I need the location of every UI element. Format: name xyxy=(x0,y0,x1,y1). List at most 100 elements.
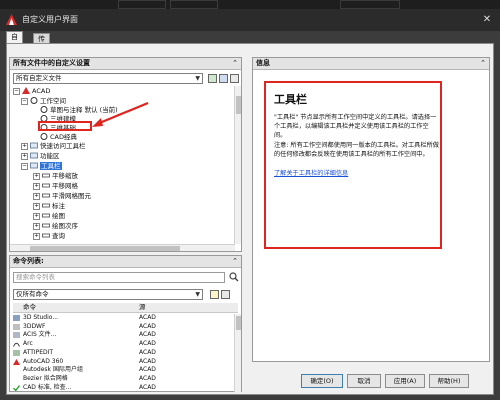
tree-item-toolbar[interactable]: + 平滑网格图元 xyxy=(33,191,91,201)
info-note: 注意: 所有工作空间都使用同一版本的工具栏。对工具栏所做的任何修改都会反映在使用… xyxy=(274,142,439,158)
taskbar-strip xyxy=(0,0,500,9)
expand-tree-icon[interactable]: + xyxy=(33,173,40,180)
workspace-icon xyxy=(40,106,48,113)
collapse-tree-icon[interactable]: − xyxy=(21,98,28,105)
command-source: ACAD xyxy=(139,374,156,382)
command-name: AutoCAD 360 xyxy=(23,357,64,365)
list-item[interactable]: ACIS 文件... ACAD xyxy=(13,331,238,340)
find-icon[interactable] xyxy=(221,290,230,299)
tree-item-label: 绘图次序 xyxy=(52,222,78,230)
tree-item-toolbars[interactable]: − 工具栏 xyxy=(21,161,62,171)
list-item[interactable]: CAD 标准, 检查... ACAD xyxy=(13,384,238,392)
background-window-tab xyxy=(170,0,218,9)
expand-tree-icon[interactable]: + xyxy=(33,193,40,200)
collapse-tree-icon[interactable]: − xyxy=(21,163,28,170)
collapse-tree-icon[interactable]: − xyxy=(13,88,20,95)
list-item[interactable]: Autodesk 国际用户组 ACAD xyxy=(13,366,238,375)
expand-tree-icon[interactable]: + xyxy=(33,213,40,220)
command-name: Arc xyxy=(23,340,33,348)
toolbar-icon xyxy=(42,203,50,208)
command-search-input[interactable]: 搜索命令列表 xyxy=(13,272,225,283)
command-source: ACAD xyxy=(139,322,156,330)
tree-item-toolbar[interactable]: + 绘图 xyxy=(33,211,65,221)
autocad-360-icon xyxy=(13,358,20,365)
expand-tree-icon[interactable]: + xyxy=(21,153,28,160)
list-item[interactable]: Arc ACAD xyxy=(13,340,238,349)
display-filter-icon[interactable] xyxy=(230,74,239,83)
tree-item-label: 工具栏 xyxy=(40,162,62,170)
expand-tree-icon[interactable]: + xyxy=(33,223,40,230)
collapse-icon[interactable]: ⌃ xyxy=(232,256,238,267)
tree-horizontal-scrollbar[interactable] xyxy=(10,244,235,251)
command-filter-select[interactable]: 仅所有命令 ▼ xyxy=(13,289,203,300)
column-header-command[interactable]: 命令 xyxy=(23,303,36,312)
scrollbar-thumb[interactable] xyxy=(30,246,180,251)
chevron-down-icon: ▼ xyxy=(195,75,200,82)
3d-studio-icon xyxy=(13,315,20,321)
tree-item-toolbar[interactable]: + 平移网格 xyxy=(33,181,78,191)
tree-item-toolbar[interactable]: + 查询 xyxy=(33,231,65,241)
learn-more-link[interactable]: 了解关于工具栏的详细信息 xyxy=(274,168,348,177)
list-item[interactable]: Bezier 拟合网格 ACAD xyxy=(13,375,238,384)
dialog-body: 所有文件中的自定义设置 ⌃ 所有自定义文件 ▼ − ACAD − 工作空间 草图与注… xyxy=(6,43,494,395)
toolbar-icon xyxy=(42,223,50,228)
save-icon[interactable] xyxy=(219,74,228,83)
cancel-button[interactable]: 取消 xyxy=(347,374,381,388)
background-window-tab xyxy=(340,0,400,9)
information-title: 信息 xyxy=(256,59,270,67)
command-list-column-headers: 命令 源 xyxy=(13,303,238,313)
command-name: Bezier 拟合网格 xyxy=(23,374,68,382)
toolbar-folder-icon xyxy=(30,162,38,169)
expand-tree-icon[interactable]: + xyxy=(33,233,40,240)
help-button[interactable]: 帮助(H) xyxy=(429,374,469,388)
toolbar-folder-icon xyxy=(30,142,38,149)
command-name: CAD 标准, 检查... xyxy=(23,383,72,391)
info-heading: 工具栏 xyxy=(274,93,307,106)
tree-item-toolbar[interactable]: + 绘图次序 xyxy=(33,221,78,231)
chevron-down-icon: ▼ xyxy=(195,291,200,298)
customizations-pane: 所有文件中的自定义设置 ⌃ 所有自定义文件 ▼ − ACAD − 工作空间 草图与注… xyxy=(9,57,242,252)
command-source: ACAD xyxy=(139,348,156,356)
collapse-icon[interactable]: ⌃ xyxy=(232,58,238,69)
new-command-icon[interactable] xyxy=(210,290,219,299)
open-file-icon[interactable] xyxy=(208,74,217,83)
expand-tree-icon[interactable]: + xyxy=(21,143,28,150)
scrollbar-thumb[interactable] xyxy=(236,316,241,330)
command-list-scrollbar[interactable] xyxy=(234,314,241,392)
ok-button[interactable]: 确定(O) xyxy=(301,374,343,388)
customization-file-select[interactable]: 所有自定义文件 ▼ xyxy=(13,73,203,84)
list-item[interactable]: 3D Studio... ACAD xyxy=(13,314,238,323)
command-list: 3D Studio... ACAD 3DDWF ACAD ACIS 文件... … xyxy=(13,314,238,392)
customizations-tree: − ACAD − 工作空间 草图与注释 默认 (当前) 三维建模 三维基础 CAD经… xyxy=(13,86,239,253)
tree-item-quick-access-toolbars[interactable]: + 快速访问工具栏 xyxy=(21,141,86,151)
expand-tree-icon[interactable]: + xyxy=(33,203,40,210)
close-icon[interactable]: ✕ xyxy=(480,13,494,26)
tree-item-acad[interactable]: − ACAD xyxy=(13,86,50,96)
tree-item-label: 快速访问工具栏 xyxy=(40,142,86,150)
command-source: ACAD xyxy=(139,383,156,391)
tree-item-ribbon[interactable]: + 功能区 xyxy=(21,151,60,161)
window-title: 自定义用户界面 xyxy=(22,15,78,24)
expand-tree-icon[interactable]: + xyxy=(33,183,40,190)
toolbar-icon xyxy=(42,183,50,188)
customizations-header: 所有文件中的自定义设置 ⌃ xyxy=(10,58,241,70)
dwf-icon xyxy=(13,323,20,330)
ribbon-icon xyxy=(30,152,38,159)
list-item[interactable]: AutoCAD 360 ACAD xyxy=(13,358,238,367)
tree-item-toolbar[interactable]: + 平移缩放 xyxy=(33,171,78,181)
workspace-icon xyxy=(40,133,48,140)
command-source: ACAD xyxy=(139,366,156,374)
command-source: ACAD xyxy=(139,331,156,339)
tree-item-toolbar[interactable]: + 标注 xyxy=(33,201,65,211)
tree-item-label: 平滑网格图元 xyxy=(52,192,91,200)
collapse-icon[interactable]: ⌃ xyxy=(480,58,486,69)
search-icon[interactable] xyxy=(229,272,239,282)
list-item[interactable]: ATTIPEDIT ACAD xyxy=(13,349,238,358)
scrollbar-thumb[interactable] xyxy=(236,96,241,114)
command-list-header: 命令列表: ⌃ xyxy=(10,256,241,268)
apply-button[interactable]: 应用(A) xyxy=(385,374,425,388)
autocad-logo-icon xyxy=(22,87,30,94)
tree-item-label: 草图与注释 默认 (当前) xyxy=(50,106,118,114)
column-header-source[interactable]: 源 xyxy=(139,303,146,312)
tree-vertical-scrollbar[interactable] xyxy=(234,86,241,244)
